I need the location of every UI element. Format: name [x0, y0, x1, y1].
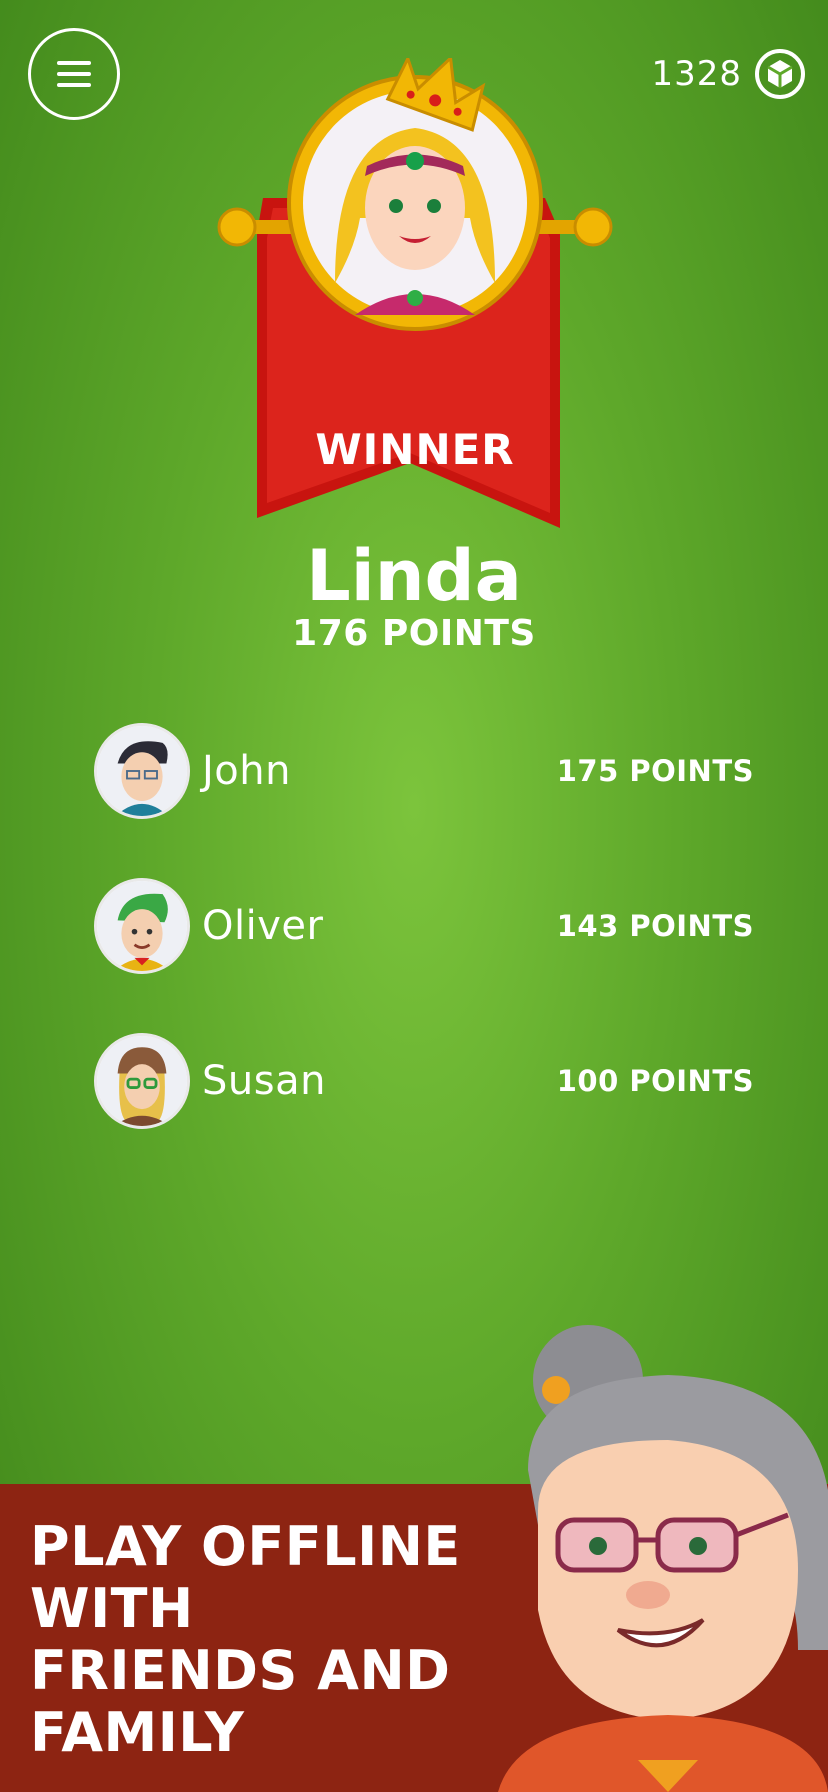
player-row: Oliver 143 POINTS: [94, 877, 754, 975]
promo-text: PLAY OFFLINE WITH FRIENDS AND FAMILY: [30, 1516, 500, 1764]
winner-name: Linda: [306, 535, 522, 617]
avatar-john: [94, 723, 190, 819]
coin-balance: 1328: [651, 48, 806, 100]
rod-knob-left: [217, 207, 257, 247]
player-points: 175 POINTS: [556, 754, 754, 788]
cube-coin-icon: [755, 49, 805, 99]
granny-mascot: [498, 1325, 828, 1792]
winner-points: 176 POINTS: [292, 613, 536, 654]
player-points: 143 POINTS: [556, 909, 754, 943]
promo-line: WITH: [30, 1577, 194, 1640]
coin-count: 1328: [651, 54, 742, 94]
promo-line: PLAY OFFLINE: [30, 1515, 461, 1578]
promo-line: FRIENDS AND: [30, 1639, 451, 1702]
hamburger-menu-icon: [57, 61, 91, 87]
player-name: Susan: [202, 1058, 326, 1104]
player-name: John: [202, 748, 291, 794]
player-row: John 175 POINTS: [94, 722, 754, 820]
avatar-oliver: [94, 878, 190, 974]
player-row: Susan 100 POINTS: [94, 1032, 754, 1130]
avatar-susan: [94, 1033, 190, 1129]
player-name: Oliver: [202, 903, 324, 949]
menu-button[interactable]: [28, 28, 120, 120]
rod-knob-right: [573, 207, 613, 247]
player-points: 100 POINTS: [556, 1064, 754, 1098]
winner-label: WINNER: [315, 425, 515, 474]
promo-line: FAMILY: [30, 1701, 245, 1764]
